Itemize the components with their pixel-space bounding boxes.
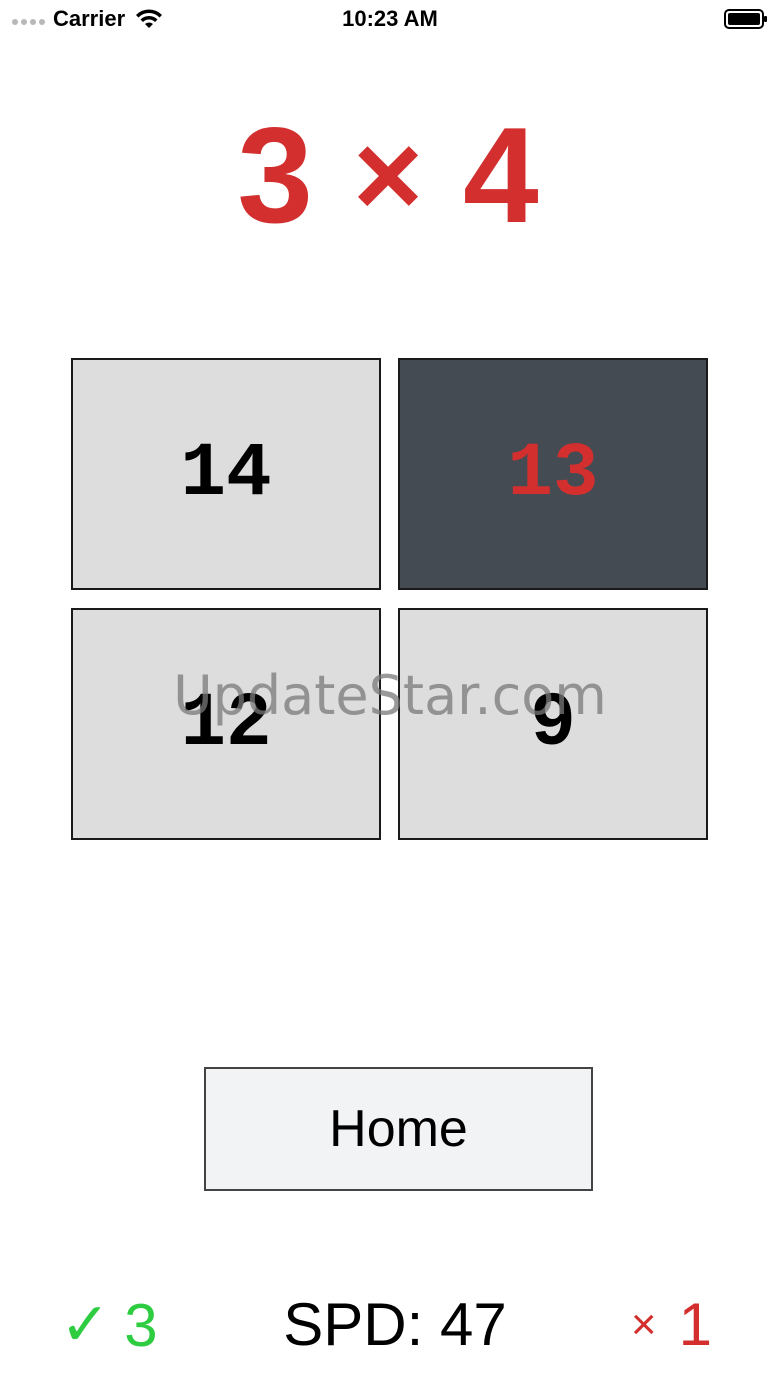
answer-option-3[interactable]: 12 xyxy=(71,608,381,840)
quiz-screen: Carrier 10:23 AM 3 × 4 14 13 12 9 Update… xyxy=(0,0,780,1387)
answer-option-4[interactable]: 9 xyxy=(398,608,708,840)
status-bar: Carrier 10:23 AM xyxy=(0,0,780,40)
problem-right-operand: 4 xyxy=(463,99,543,251)
wrong-score: × 1 xyxy=(631,1290,712,1359)
answer-option-1[interactable]: 14 xyxy=(71,358,381,590)
home-button[interactable]: Home xyxy=(204,1067,593,1191)
answer-option-2[interactable]: 13 xyxy=(398,358,708,590)
wrong-count: 1 xyxy=(678,1291,712,1358)
battery-icon xyxy=(724,9,767,29)
problem-display: 3 × 4 xyxy=(0,99,780,251)
problem-operator: × xyxy=(352,108,428,242)
cross-icon: × xyxy=(630,1299,657,1349)
score-bar: ✓ 3 SPD: 47 × 1 xyxy=(0,1290,780,1370)
problem-left-operand: 3 xyxy=(237,99,317,251)
status-time: 10:23 AM xyxy=(342,6,438,31)
